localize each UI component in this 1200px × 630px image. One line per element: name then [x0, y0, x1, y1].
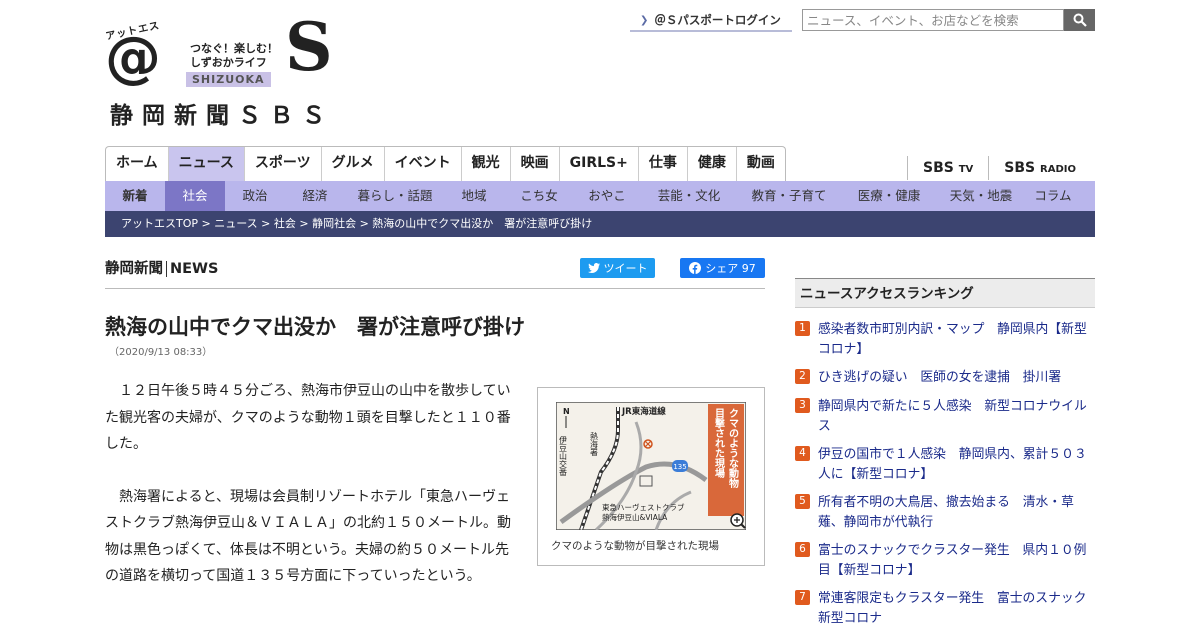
- sbs-tv-main: SBS: [923, 160, 954, 176]
- tweet-button[interactable]: ツイート: [580, 258, 655, 278]
- ranking-item[interactable]: 6 富士のスナックでクラスター発生 県内１０例目【新型コロナ】: [795, 541, 1095, 580]
- subnav-latest[interactable]: 新着: [105, 181, 165, 211]
- breadcrumb[interactable]: アットエスTOP > ニュース > 社会 > 静岡社会 > 熱海の山中でクマ出没…: [105, 211, 1095, 237]
- sub-nav: 新着 社会 政治 経済 暮らし・話題 地域 こち女 おやこ 芸能・文化 教育・子…: [105, 181, 1095, 211]
- article-title: 熱海の山中でクマ出没か 署が注意呼び掛け: [105, 315, 525, 339]
- subnav-medical[interactable]: 医療・健康: [839, 181, 939, 211]
- article-date: （2020/9/13 08:33）: [109, 347, 213, 358]
- header-divider: [105, 288, 765, 289]
- ranking-item[interactable]: 3 静岡県内で新たに５人感染 新型コロナウイルス: [795, 397, 1095, 436]
- subnav-entertainment[interactable]: 芸能・文化: [639, 181, 739, 211]
- nav-jobs[interactable]: 仕事: [639, 147, 688, 181]
- logo-tagline-2: しずおかライフ: [190, 56, 267, 69]
- nav-video[interactable]: 動画: [737, 147, 785, 181]
- nav-girls[interactable]: GIRLS+: [560, 147, 639, 181]
- twitter-bird-icon: [587, 263, 600, 273]
- article-paragraph-1: １２日午後５時４５分ごろ、熱海市伊豆山の山中を散歩していた観光客の夫婦が、クマの…: [105, 383, 511, 452]
- ranking-item[interactable]: 7 常連客限定もクラスター発生 富士のスナック 新型コロナ: [795, 589, 1099, 628]
- nav-tourism[interactable]: 観光: [462, 147, 511, 181]
- passport-login-link[interactable]: ❯ ＠Ｓパスポートログイン: [630, 10, 792, 32]
- ranking-item[interactable]: 1 感染者数市町別内訳・マップ 静岡県内【新型コロナ】: [795, 320, 1095, 359]
- nav-event[interactable]: イベント: [385, 147, 462, 181]
- map-image[interactable]: 135 N JR東海道線 熱海署 伊豆山交番 東急ハーヴェストクラブ 熱海伊豆山…: [556, 402, 746, 530]
- logo-at-mark: @: [105, 25, 161, 90]
- rank-link[interactable]: 所有者不明の大鳥居、撤去始まる 清水・草薙、静岡市が代執行: [818, 493, 1095, 532]
- ranking-item[interactable]: 4 伊豆の国市で１人感染 静岡県内、累計５０３人に【新型コロナ】: [795, 445, 1095, 484]
- rank-badge: 2: [795, 369, 810, 384]
- ranking-heading: ニュースアクセスランキング: [795, 278, 1095, 308]
- facebook-share-button[interactable]: シェア 97: [680, 258, 765, 278]
- sbs-radio-sub: RADIO: [1040, 164, 1076, 175]
- main-nav: ホーム ニュース スポーツ グルメ イベント 観光 映画 GIRLS+ 仕事 健…: [105, 146, 786, 181]
- rank-badge: 1: [795, 321, 810, 336]
- map-hotel-label-2: 熱海伊豆山&VIALA: [602, 512, 668, 522]
- map-hotel-label-1: 東急ハーヴェストクラブ: [602, 502, 685, 512]
- article-body: １２日午後５時４５分ごろ、熱海市伊豆山の山中を散歩していた観光客の夫婦が、クマの…: [105, 378, 513, 616]
- sbs-links: SBS TV SBS RADIO: [907, 156, 1091, 180]
- facebook-icon: [689, 262, 702, 274]
- nav-sports[interactable]: スポーツ: [245, 147, 322, 181]
- rank-badge: 6: [795, 542, 810, 557]
- subnav-column[interactable]: コラム: [1023, 181, 1083, 211]
- share-label: シェア 97: [705, 262, 756, 275]
- rank-link[interactable]: 常連客限定もクラスター発生 富士のスナック 新型コロナ: [818, 589, 1099, 628]
- at-s-logo[interactable]: アットエス @: [105, 20, 163, 90]
- rank-link[interactable]: ひき逃げの疑い 医師の女を逮捕 掛川署: [818, 368, 1095, 388]
- nav-home[interactable]: ホーム: [106, 147, 169, 181]
- rank-link[interactable]: 静岡県内で新たに５人感染 新型コロナウイルス: [818, 397, 1095, 436]
- subnav-living[interactable]: 暮らし・話題: [345, 181, 445, 211]
- subnav-oyako[interactable]: おやこ: [575, 181, 639, 211]
- map-junction-label: 伊豆山交番: [559, 435, 568, 477]
- search-button[interactable]: [1064, 9, 1095, 31]
- sbs-radio-main: SBS: [1004, 160, 1036, 176]
- nav-health[interactable]: 健康: [688, 147, 737, 181]
- tweet-label: ツイート: [603, 262, 648, 275]
- nav-movie[interactable]: 映画: [511, 147, 560, 181]
- subnav-weather[interactable]: 天気・地震: [939, 181, 1023, 211]
- map-banner-line-2: 目撃された現場: [713, 408, 725, 479]
- figure-caption: クマのような動物が目撃された現場: [551, 540, 719, 552]
- rank-badge: 5: [795, 494, 810, 509]
- article-figure[interactable]: 135 N JR東海道線 熱海署 伊豆山交番 東急ハーヴェストクラブ 熱海伊豆山…: [537, 387, 765, 566]
- ranking-item[interactable]: 5 所有者不明の大鳥居、撤去始まる 清水・草薙、静岡市が代執行: [795, 493, 1095, 532]
- subnav-politics[interactable]: 政治: [225, 181, 285, 211]
- map-rail-label: JR東海道線: [621, 406, 666, 417]
- subnav-society[interactable]: 社会: [165, 181, 225, 211]
- rank-badge: 7: [795, 590, 810, 605]
- rank-link[interactable]: 感染者数市町別内訳・マップ 静岡県内【新型コロナ】: [818, 320, 1095, 359]
- logo-name[interactable]: 静岡新聞ＳＢＳ: [110, 96, 334, 130]
- article-paragraph-2: 熱海署によると、現場は会員制リゾートホテル「東急ハーヴェストクラブ熱海伊豆山＆Ｖ…: [105, 488, 511, 585]
- rank-link[interactable]: 伊豆の国市で１人感染 静岡県内、累計５０３人に【新型コロナ】: [818, 445, 1095, 484]
- rank-badge: 4: [795, 446, 810, 461]
- search-icon: [1073, 13, 1087, 27]
- passport-login-label: ＠Ｓパスポートログイン: [654, 13, 781, 27]
- nav-gourmet[interactable]: グルメ: [322, 147, 385, 181]
- search-input[interactable]: ニュース、イベント、お店などを検索: [802, 9, 1064, 31]
- map-route-label: 135: [673, 463, 686, 471]
- subnav-kochijo[interactable]: こち女: [503, 181, 575, 211]
- subnav-education[interactable]: 教育・子育て: [739, 181, 839, 211]
- logo-shizuoka: SHIZUOKA: [186, 72, 271, 87]
- sbs-tv-sub: TV: [958, 164, 974, 175]
- rank-badge: 3: [795, 398, 810, 413]
- source-sub: NEWS: [166, 261, 219, 277]
- logo-s-mark[interactable]: S: [285, 14, 333, 80]
- rank-link[interactable]: 富士のスナックでクラスター発生 県内１０例目【新型コロナ】: [818, 541, 1095, 580]
- source-label: 静岡新聞 NEWS: [105, 257, 219, 278]
- source-main: 静岡新聞: [105, 261, 163, 277]
- map-banner-line-1: クマのような動物: [727, 408, 739, 489]
- ranking-item[interactable]: 2 ひき逃げの疑い 医師の女を逮捕 掛川署: [795, 368, 1095, 388]
- subnav-economy[interactable]: 経済: [285, 181, 345, 211]
- map-police-label: 熱海署: [590, 431, 599, 457]
- subnav-region[interactable]: 地域: [445, 181, 503, 211]
- nav-news[interactable]: ニュース: [168, 147, 245, 181]
- chevron-right-icon: ❯: [640, 14, 649, 26]
- map-north: N: [563, 407, 570, 416]
- sbs-tv-link[interactable]: SBS TV: [907, 156, 988, 180]
- sbs-radio-link[interactable]: SBS RADIO: [988, 156, 1091, 180]
